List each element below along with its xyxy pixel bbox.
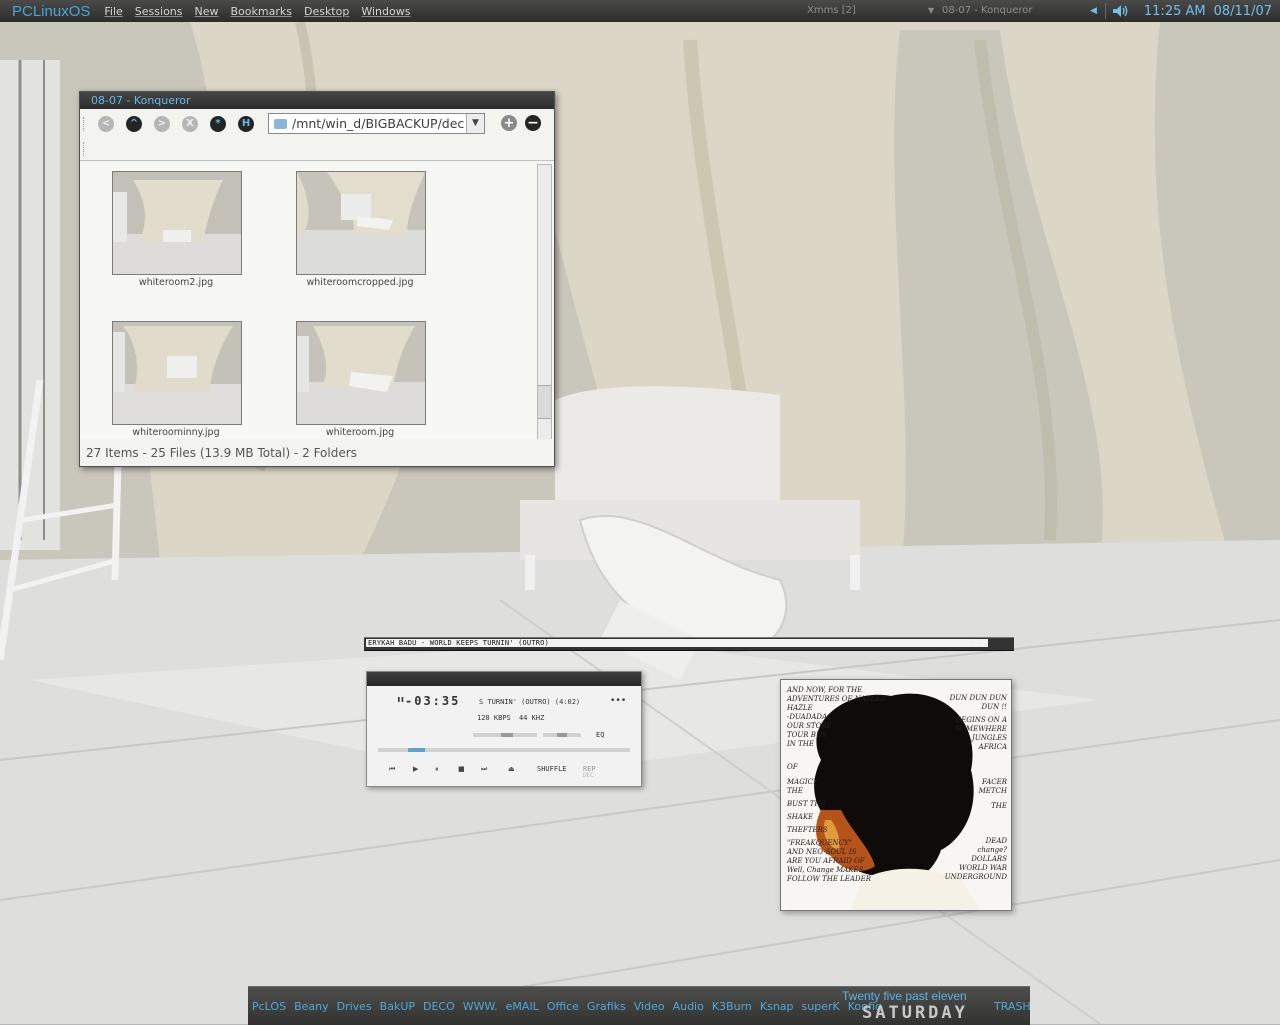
file-name[interactable]: whiteroom.jpg [270, 427, 450, 438]
clock-date[interactable]: 08/11/07 [1214, 4, 1272, 19]
back-icon[interactable]: < [98, 115, 114, 132]
eject-icon[interactable]: ⏏ [508, 765, 515, 773]
file-name[interactable]: whiteroomcropped.jpg [270, 277, 450, 288]
chevron-down-icon[interactable]: ▼ [928, 6, 934, 15]
launcher-superk[interactable]: superK [802, 1000, 840, 1013]
menu-dots-icon[interactable]: ••• [610, 696, 626, 706]
pclinuxos-logo[interactable]: PCLinuxOS [12, 3, 90, 20]
launcher-drives[interactable]: Drives [337, 1000, 372, 1013]
scrollbar-handle[interactable] [538, 385, 551, 419]
pause-indicator-icon: ❚❚ [397, 696, 405, 703]
ticker-time: 4:02 [969, 638, 986, 646]
day-of-week: SATURDAY [862, 1003, 968, 1023]
location-bar[interactable]: /mnt/win_d/BIGBACKUP/deco ▼ [268, 113, 485, 134]
time-display[interactable]: -03:35 [405, 694, 460, 708]
toolbar-grip[interactable] [83, 142, 86, 156]
seek-bar[interactable] [378, 748, 630, 752]
xmms-player: ❚❚ -03:35 S TURNIN' (OUTRO) (4:02) ••• 1… [366, 671, 642, 787]
xmms-titlebar[interactable] [367, 672, 641, 686]
menu-bookmarks[interactable]: Bookmarks [231, 5, 292, 18]
launcher-audio[interactable]: Audio [673, 1000, 704, 1013]
file-thumbnail[interactable] [112, 171, 242, 275]
next-icon[interactable]: ⏭ [481, 765, 487, 774]
shuffle-button[interactable]: SHUFFLE [537, 765, 567, 773]
home-icon[interactable]: H [238, 115, 254, 132]
album-art[interactable]: AND NOW, FOR THE ADVENTURES OF NAZLED HA… [780, 679, 1012, 911]
song-title[interactable]: S TURNIN' (OUTRO) (4:02) [479, 698, 580, 706]
launcher-k3burn[interactable]: K3Burn [712, 1000, 752, 1013]
file-name[interactable]: whiteroom2.jpg [86, 277, 266, 288]
taskbar-item-konqueror[interactable]: 08-07 - Konqueror [942, 5, 1033, 16]
launcher-bakup[interactable]: BakUP [380, 1000, 415, 1013]
location-text[interactable]: /mnt/win_d/BIGBACKUP/deco [292, 116, 464, 131]
forward-icon[interactable]: > [154, 115, 170, 132]
album-text-right: DUN DUN DUN DUN !! BEGINS ON A SOMEWHERE… [944, 694, 1007, 881]
navigation-toolbar: < ^ > X * H /mnt/win_d/BIGBACKUP/deco ▼ … [80, 109, 554, 138]
launcher-pclos[interactable]: PcLOS [252, 1000, 286, 1013]
launcher-trash[interactable]: TRASH [994, 1000, 1031, 1013]
vertical-scrollbar[interactable] [537, 164, 552, 439]
bottom-panel: PcLOS Beany Drives BakUP DECO WWW. eMAIL… [248, 986, 1031, 1025]
launcher-deco[interactable]: DECO [423, 1000, 455, 1013]
launcher-video[interactable]: Video [634, 1000, 665, 1013]
volume-icon[interactable] [1112, 4, 1130, 18]
bitrate: 128 KBPS [477, 714, 511, 722]
icon-view[interactable]: whiteroom2.jpg whiteroomcropped.jpg whit… [80, 163, 554, 439]
launcher-bar: PcLOS Beany Drives BakUP DECO WWW. eMAIL… [252, 1000, 890, 1013]
extra-toolbar [80, 138, 554, 161]
seek-position[interactable] [407, 748, 425, 752]
konqueror-window: 08-07 - Konqueror < ^ > X * H /mnt/win_d… [79, 91, 555, 467]
toolbar-grip[interactable] [83, 117, 86, 131]
dec-label: DEC [583, 772, 594, 779]
play-icon[interactable]: ▶ [413, 765, 418, 773]
launcher-office[interactable]: Office [547, 1000, 579, 1013]
window-titlebar[interactable]: 08-07 - Konqueror [80, 92, 554, 109]
image-thumbnail [113, 322, 241, 424]
fuzzy-clock[interactable]: Twenty five past eleven [842, 989, 967, 1003]
balance-slider[interactable] [543, 733, 581, 737]
top-panel: PCLinuxOS File Sessions New Bookmarks De… [0, 0, 1280, 22]
taskbar-item-xmms[interactable]: Xmms [2] [807, 5, 856, 16]
menu-windows[interactable]: Windows [361, 5, 410, 18]
samplerate: 44 KHZ [519, 714, 545, 722]
previous-icon[interactable]: ⏮ [389, 765, 395, 774]
pause-icon[interactable]: ⏸ [435, 765, 439, 774]
launcher-www[interactable]: WWW. [463, 1000, 498, 1013]
file-thumbnail[interactable] [296, 321, 426, 425]
clock-time[interactable]: 11:25 AM [1144, 4, 1206, 19]
volume-slider[interactable] [473, 733, 537, 737]
file-thumbnail[interactable] [112, 321, 242, 425]
song-ticker[interactable]: ERYKAH BADU - WORLD KEEPS TURNIN' (OUTRO… [366, 639, 988, 647]
file-name[interactable]: whiteroominny.jpg [86, 427, 266, 438]
status-bar: 27 Items - 25 Files (13.9 MB Total) - 2 … [86, 446, 357, 460]
image-thumbnail [297, 172, 425, 274]
tray-arrow-icon[interactable]: ◀ [1090, 6, 1097, 16]
launcher-ksnap[interactable]: Ksnap [760, 1000, 794, 1013]
xmms-ticker-bar[interactable]: ERYKAH BADU - WORLD KEEPS TURNIN' (OUTRO… [364, 637, 1014, 651]
up-icon[interactable]: ^ [126, 115, 142, 132]
location-dropdown-icon[interactable]: ▼ [466, 114, 484, 133]
launcher-grafiks[interactable]: Grafiks [587, 1000, 626, 1013]
reload-icon[interactable]: * [210, 115, 226, 132]
menu-file[interactable]: File [104, 5, 122, 18]
menu-desktop[interactable]: Desktop [304, 5, 349, 18]
file-thumbnail[interactable] [296, 171, 426, 275]
menu-sessions[interactable]: Sessions [135, 5, 183, 18]
folder-icon [274, 118, 287, 129]
menu-new[interactable]: New [195, 5, 219, 18]
zoom-in-icon[interactable]: + [501, 115, 517, 131]
image-thumbnail [297, 322, 425, 424]
launcher-email[interactable]: eMAIL [506, 1000, 539, 1013]
separator [1104, 3, 1106, 19]
image-thumbnail [113, 172, 241, 274]
launcher-beany[interactable]: Beany [294, 1000, 329, 1013]
stop-icon[interactable]: ■ [458, 765, 465, 773]
system-tray: ◀ 11:25 AM 08/11/07 [1090, 0, 1280, 22]
eq-button[interactable]: EQ [596, 731, 604, 739]
album-text-left: AND NOW, FOR THE ADVENTURES OF NAZLED HA… [787, 686, 887, 883]
zoom-out-icon[interactable]: − [525, 115, 541, 131]
stop-icon[interactable]: X [182, 115, 198, 132]
